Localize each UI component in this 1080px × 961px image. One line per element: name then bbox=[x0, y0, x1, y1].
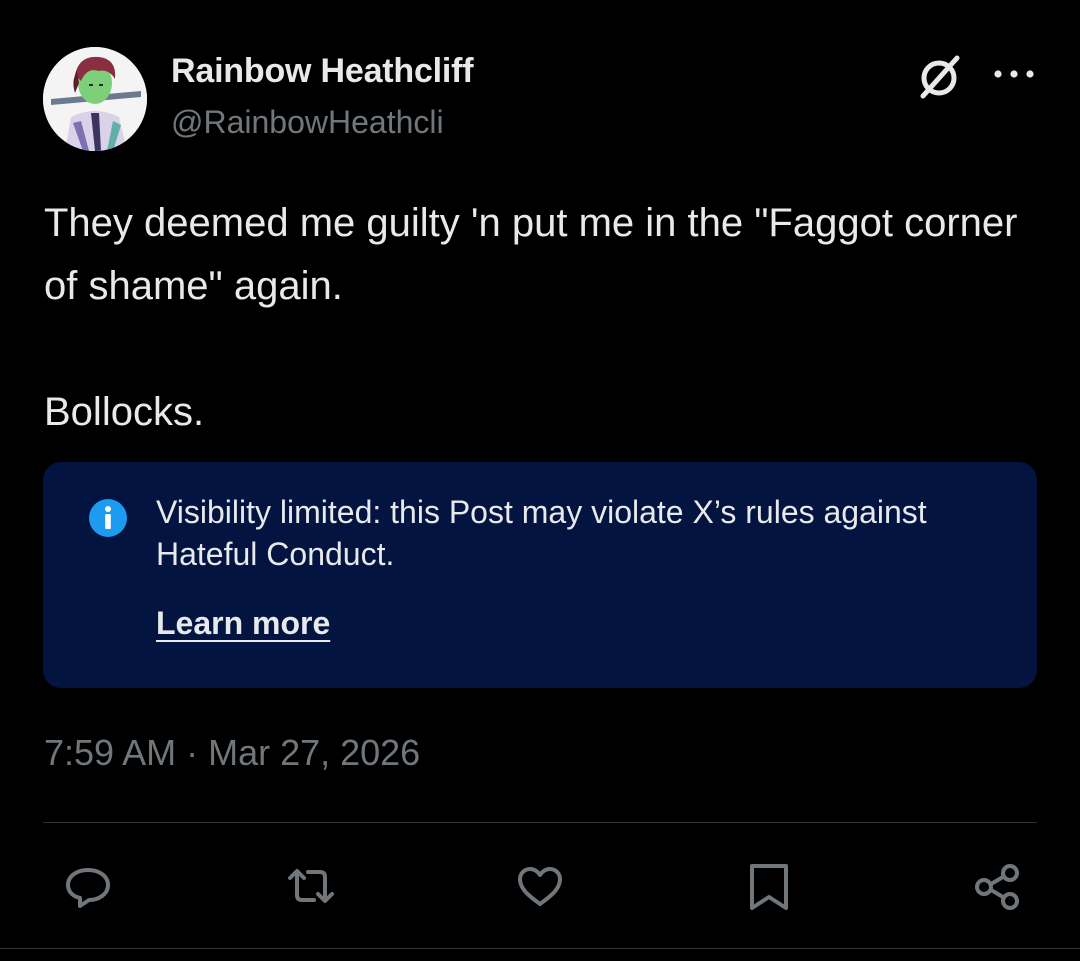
post-timestamp[interactable]: 7:59 AM · Mar 27, 2026 bbox=[44, 732, 420, 774]
bookmark-icon[interactable] bbox=[744, 862, 794, 912]
share-icon[interactable] bbox=[972, 862, 1022, 912]
visibility-notice-message: Visibility limited: this Post may violat… bbox=[156, 494, 927, 572]
learn-more-link[interactable]: Learn more bbox=[156, 605, 330, 642]
grok-icon[interactable] bbox=[914, 52, 964, 102]
divider bbox=[43, 822, 1037, 823]
post-text: They deemed me guilty 'n put me in the "… bbox=[44, 201, 1018, 434]
more-icon[interactable] bbox=[990, 60, 1038, 88]
post: Rainbow Heathcliff @RainbowHeathcli They… bbox=[0, 0, 1080, 961]
author-display-name[interactable]: Rainbow Heathcliff bbox=[171, 52, 474, 91]
avatar[interactable] bbox=[43, 47, 147, 151]
like-icon[interactable] bbox=[515, 862, 565, 912]
avatar-image bbox=[43, 47, 147, 151]
author-handle[interactable]: @RainbowHeathcli bbox=[171, 104, 444, 141]
bottom-divider bbox=[0, 948, 1080, 949]
reply-icon[interactable] bbox=[63, 862, 113, 912]
repost-icon[interactable] bbox=[286, 862, 336, 912]
info-icon bbox=[88, 498, 128, 538]
